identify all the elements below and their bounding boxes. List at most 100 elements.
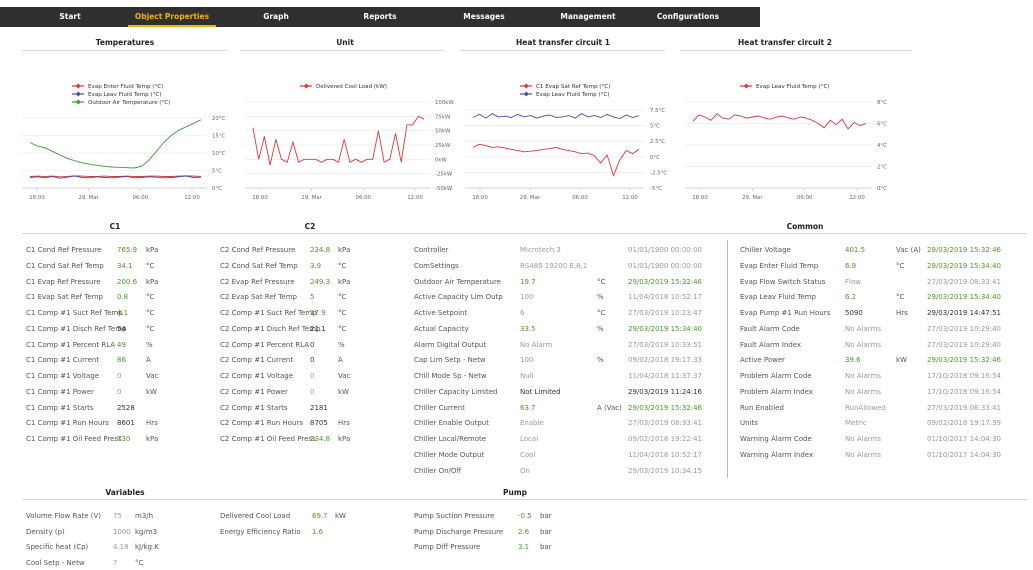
legend-marker xyxy=(75,83,81,89)
x-tick-label: 29. Mar xyxy=(742,195,763,201)
pump-label: Pump Diff Pressure xyxy=(414,543,481,552)
c2-label: C2 Evap Sat Ref Temp xyxy=(220,293,297,302)
x-tick-label: 29. Mar xyxy=(301,195,322,201)
nav-object-properties[interactable]: Object Properties xyxy=(120,7,224,27)
c1-unit: °C xyxy=(146,261,155,270)
common_left-label: Outdoor Air Temperature xyxy=(414,277,501,286)
common_right-label: Fault Alarm Code xyxy=(740,324,800,333)
c2-unit: Hrs xyxy=(338,419,350,428)
common_right-timestamp: 09/02/2018 19:17:39 xyxy=(927,419,1002,428)
legend-label: Evap Leav Fluid Temp (°C) xyxy=(536,92,610,98)
common_right-label: Chiller Voltage xyxy=(740,246,791,254)
c2-unit: °C xyxy=(338,309,347,317)
common_right-label: Problem Alarm Code xyxy=(740,372,812,380)
common_left-unit: % xyxy=(597,356,604,365)
legend-label: Evap Leav Fluid Temp (°C) xyxy=(88,92,162,98)
common_right-timestamp: 27/03/2019 10:29:40 xyxy=(927,340,1002,349)
common_right-value: 401.5 xyxy=(845,246,866,254)
common_left-value: Enable xyxy=(520,419,544,428)
nav-management[interactable]: Management xyxy=(536,7,640,27)
series-line xyxy=(29,119,202,169)
common_right-label: Active Power xyxy=(740,356,786,365)
variables2-unit: kW xyxy=(335,512,346,520)
c2-value: 0 xyxy=(310,340,315,349)
chart-unit: Delivered Cool Load (kW) -50kW -25kW 0kW 25k… xyxy=(240,80,455,210)
c2-unit: A xyxy=(338,356,343,365)
common_left-label: Actual Capacity xyxy=(414,324,469,333)
common_left-label: Chiller Mode Output xyxy=(414,450,485,459)
series-line xyxy=(692,113,867,130)
c2-value: 0 xyxy=(310,372,315,380)
common_right-timestamp: 27/03/2019 08:33:41 xyxy=(927,403,1002,412)
divider xyxy=(22,233,1027,234)
c1-label: C1 Evap Sat Ref Temp xyxy=(26,293,103,302)
pump-unit: bar xyxy=(540,543,552,552)
nav-start[interactable]: Start xyxy=(20,7,120,27)
c1-unit: kPa xyxy=(146,246,159,254)
variables2-value: 69.7 xyxy=(312,512,328,520)
common_right-value: No Alarms xyxy=(845,324,881,333)
y-tick-label: 75kW xyxy=(435,114,451,120)
common_left-label: Active Capacity Lim Outp xyxy=(414,293,503,302)
legend-item: Delivered Cool Load (kW) xyxy=(300,83,387,90)
c1-unit: A xyxy=(146,356,151,365)
c2-label: C2 Comp #1 Suct Ref Temp xyxy=(220,309,317,317)
common_left-label: Chiller Enable Output xyxy=(414,419,489,428)
c1-unit: kPa xyxy=(146,435,159,443)
variables-label: Specific heat (Cp) xyxy=(26,543,89,552)
common_left-timestamp: 27/03/2019 10:33:51 xyxy=(628,340,703,349)
c1-unit: °C xyxy=(146,293,155,302)
nav-graph[interactable]: Graph xyxy=(224,7,328,27)
common_left-timestamp: 11/04/2018 10:52:17 xyxy=(628,293,703,302)
nav-reports[interactable]: Reports xyxy=(328,7,432,27)
legend-marker xyxy=(743,83,749,89)
common_left-label: Chiller On/Off xyxy=(414,466,462,475)
c1-value: 200.6 xyxy=(117,277,138,286)
nav-configurations[interactable]: Configurations xyxy=(636,7,740,27)
c1-unit: kPa xyxy=(146,277,159,286)
divider xyxy=(22,50,227,51)
c2-label: C2 Comp #1 Run Hours xyxy=(220,419,303,428)
common_left-label: Chiller Local/Remote xyxy=(414,435,487,443)
common_right-label: Evap Enter Fluid Temp xyxy=(740,261,819,270)
x-tick-label: 18:00 xyxy=(29,195,45,201)
c2-unit: °C xyxy=(338,293,347,302)
variables2-value: 1.6 xyxy=(312,527,324,536)
y-tick-label: 0kW xyxy=(435,157,448,163)
common_right-timestamp: 17/10/2018 09:16:54 xyxy=(927,372,1002,380)
common_right-label: Problem Alarm Index xyxy=(740,387,813,396)
pump-unit: bar xyxy=(540,527,552,536)
variables-value: 4.18 xyxy=(113,543,129,552)
c2-unit: °C xyxy=(338,261,347,270)
common_left-label: Controller xyxy=(414,246,449,254)
series-line xyxy=(472,113,640,120)
common_left-value: 33.5 xyxy=(520,324,536,333)
common_left-value: On xyxy=(520,466,530,475)
common_left-value: Local xyxy=(520,435,539,443)
common_right-value: No Alarms xyxy=(845,435,881,443)
common_right-unit: °C xyxy=(896,293,905,302)
y-tick-label: 2.5°C xyxy=(650,139,665,145)
nav-messages[interactable]: Messages xyxy=(432,7,536,27)
common_left-value: RS485 19200 E,8,1 xyxy=(520,261,588,270)
legend-label: C1 Evap Sat Ref Temp (°C) xyxy=(536,84,610,90)
c2-value: 0 xyxy=(310,356,315,365)
c2-unit: Vac xyxy=(338,372,351,380)
common_left-label: Chiller Current xyxy=(414,403,465,412)
c1-unit: % xyxy=(146,340,153,349)
common_left-value: Microtech 3 xyxy=(520,246,561,254)
common_right-unit: °C xyxy=(896,261,905,270)
x-tick-label: 12:00 xyxy=(184,195,200,201)
legend-item: C1 Evap Sat Ref Temp (°C) xyxy=(520,83,610,90)
common_right-value: 39.6 xyxy=(845,356,861,365)
common_right-timestamp: 29/03/2019 15:32:46 xyxy=(927,356,1002,365)
c1-label: C1 Evap Ref Pressure xyxy=(26,277,101,286)
x-tick-label: 12:00 xyxy=(622,195,638,201)
variables-value: 75 xyxy=(113,512,122,520)
legend-label: Delivered Cool Load (kW) xyxy=(316,84,387,90)
legend-item: Evap Leav Fluid Temp (°C) xyxy=(520,91,610,98)
c1-value: 2528 xyxy=(117,403,135,412)
pump-value: 3.1 xyxy=(518,543,530,552)
common_right-value: No Alarms xyxy=(845,340,881,349)
c1-label: C1 Comp #1 Disch Ref Temp xyxy=(26,324,127,333)
